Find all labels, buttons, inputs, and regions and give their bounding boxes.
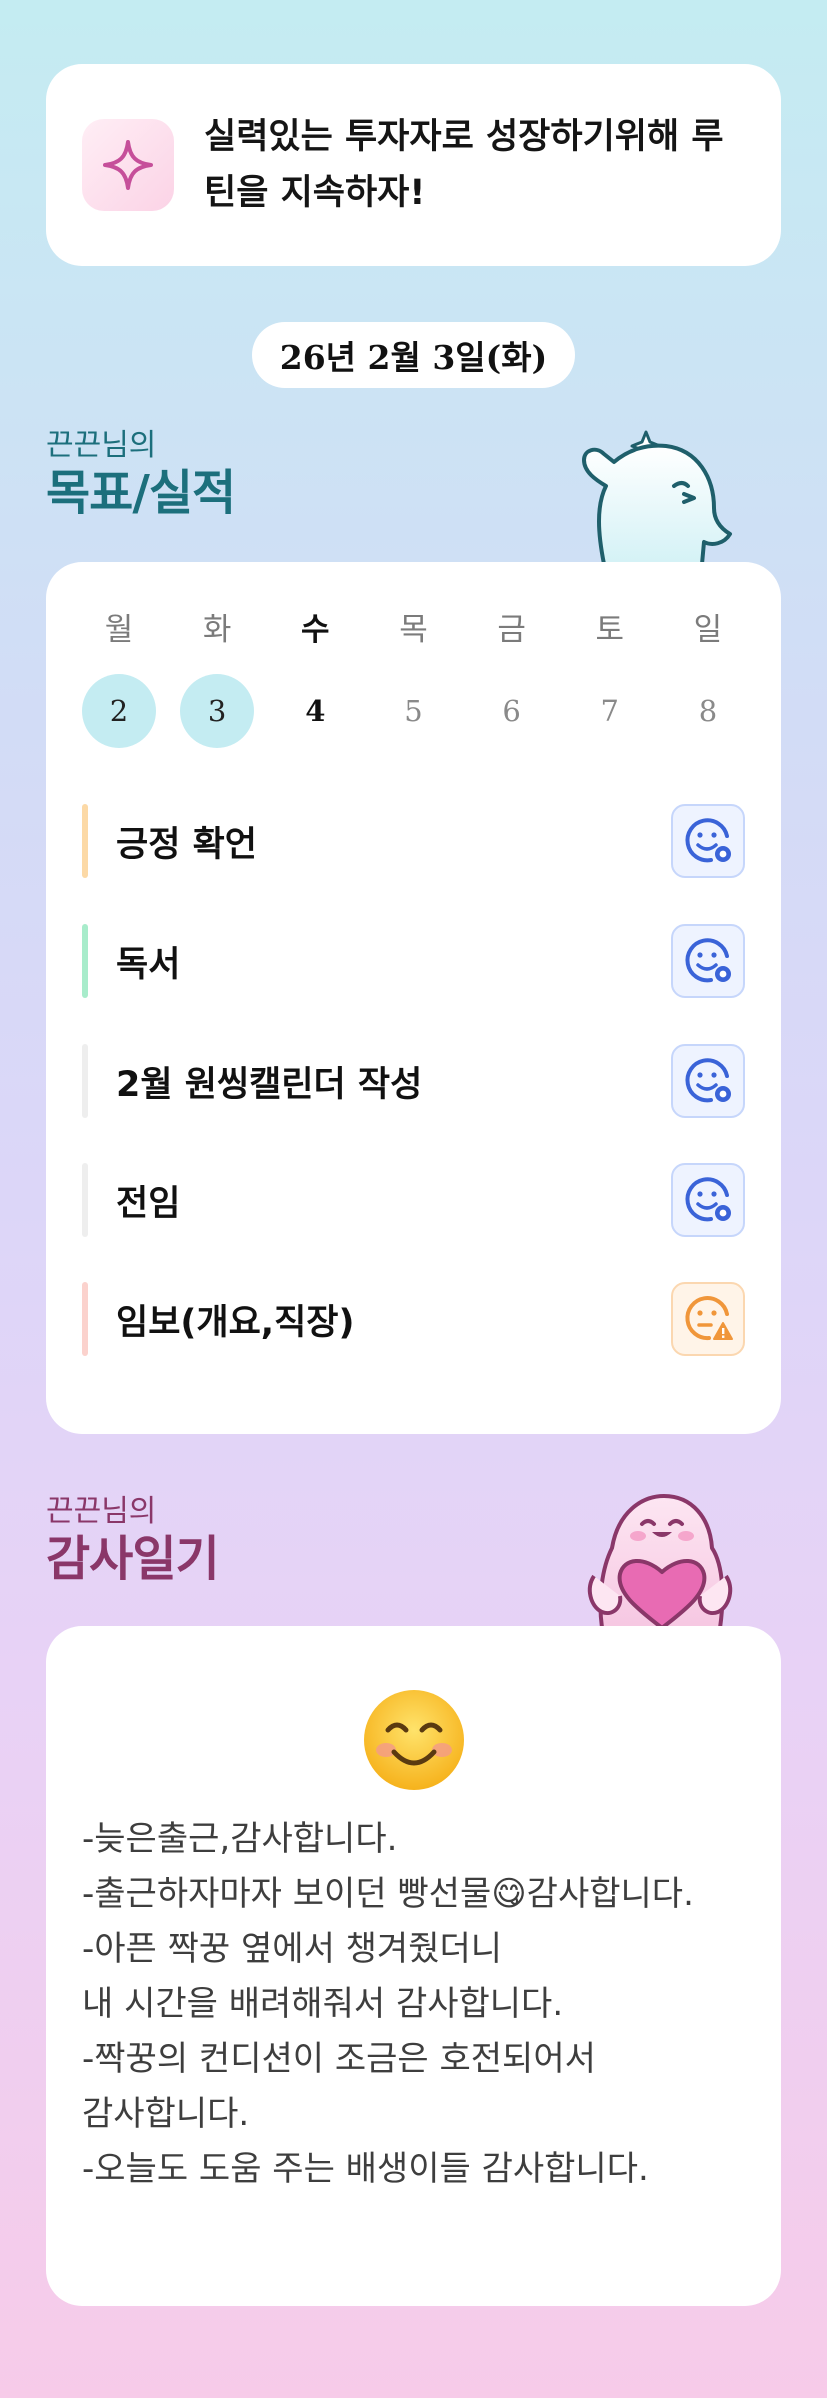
- goal-label: 2월 원씽캘린더 작성: [116, 1064, 423, 1105]
- sparkle-icon: [82, 119, 174, 211]
- goal-color-bar: [82, 1163, 88, 1237]
- day-number: 2: [82, 674, 156, 748]
- day-label: 금: [497, 612, 526, 648]
- day-sat[interactable]: 토 7: [573, 610, 647, 748]
- day-number: 5: [404, 694, 423, 728]
- day-label: 토: [595, 612, 625, 648]
- day-thu[interactable]: 목 5: [376, 610, 450, 748]
- goal-item[interactable]: 긍정 확언: [82, 804, 745, 878]
- date-pill[interactable]: 26년 2월 3일(화): [252, 322, 575, 388]
- day-number: 6: [502, 694, 521, 728]
- thanks-section-subtitle: 끈끈님의: [46, 1494, 157, 1529]
- day-number: 8: [698, 694, 718, 728]
- ghost-mascot-icon: [574, 414, 744, 566]
- motto-card: 실력있는 투자자로 성장하기위해 루틴을 지속하자!: [46, 64, 781, 266]
- goal-item[interactable]: 임보(개요,직장): [82, 1282, 745, 1356]
- smile-clock-icon[interactable]: [671, 1044, 745, 1118]
- smile-clock-icon[interactable]: [671, 924, 745, 998]
- motto-text: 실력있는 투자자로 성장하기위해 루틴을 지속하자!: [204, 117, 724, 213]
- goal-color-bar: [82, 1044, 88, 1118]
- thanks-diary-card: -늦은출근,감사합니다. -출근하자마자 보이던 빵선물😋감사합니다. -아픈 …: [46, 1626, 781, 2306]
- day-fri[interactable]: 금 6: [475, 610, 549, 748]
- goal-color-bar: [82, 924, 88, 998]
- smile-clock-icon[interactable]: [671, 1163, 745, 1237]
- diary-text: -늦은출근,감사합니다. -출근하자마자 보이던 빵선물😋감사합니다. -아픈 …: [82, 1819, 694, 2189]
- goal-color-bar: [82, 1282, 88, 1356]
- day-label: 목: [399, 612, 428, 648]
- goal-label: 독서: [116, 944, 181, 985]
- smile-clock-icon[interactable]: [671, 804, 745, 878]
- day-sun[interactable]: 일 8: [671, 610, 745, 748]
- goals-card: 월 2 화 3 수 4 목 5 금 6 토 7 일 8 긍정 확언 독서 2월 …: [46, 562, 781, 1434]
- day-number: 7: [600, 694, 619, 728]
- day-number: 3: [180, 674, 255, 748]
- goals-section-header: 끈끈님의 목표/실적: [46, 428, 236, 522]
- day-label: 수: [301, 612, 330, 648]
- day-label: 월: [104, 612, 134, 648]
- smile-warning-icon[interactable]: [671, 1282, 745, 1356]
- goal-item[interactable]: 독서: [82, 924, 745, 998]
- smiling-face-icon: [46, 1688, 781, 1796]
- goal-item[interactable]: 전임: [82, 1163, 745, 1237]
- day-label: 일: [693, 612, 723, 648]
- day-mon[interactable]: 월 2: [82, 610, 156, 748]
- goals-section-subtitle: 끈끈님의: [46, 428, 157, 463]
- goal-label: 전임: [116, 1183, 181, 1224]
- day-wed[interactable]: 수 4: [278, 610, 352, 748]
- goal-label: 임보(개요,직장): [116, 1302, 355, 1343]
- day-number: 4: [305, 694, 326, 728]
- week-calendar: 월 2 화 3 수 4 목 5 금 6 토 7 일 8: [82, 610, 745, 748]
- goal-label: 긍정 확언: [116, 824, 257, 865]
- goal-color-bar: [82, 804, 88, 878]
- day-label: 화: [202, 612, 232, 648]
- thanks-section-header: 끈끈님의 감사일기: [46, 1494, 220, 1588]
- thanks-section-title: 감사일기: [46, 1531, 220, 1587]
- goal-item[interactable]: 2월 원씽캘린더 작성: [82, 1044, 745, 1118]
- heart-mascot-icon: [572, 1488, 748, 1630]
- day-tue[interactable]: 화 3: [180, 610, 255, 748]
- goals-section-title: 목표/실적: [46, 465, 236, 521]
